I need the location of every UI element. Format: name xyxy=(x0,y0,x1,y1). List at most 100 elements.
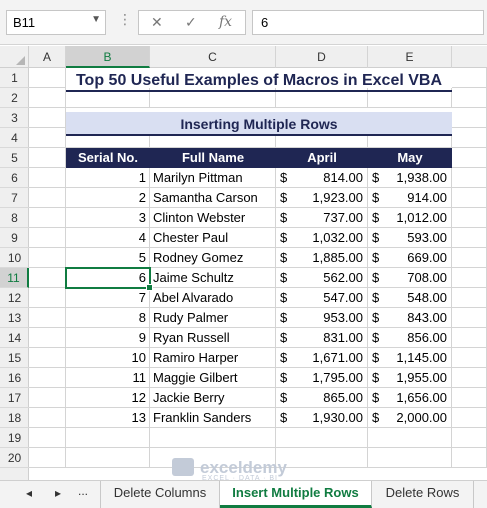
grid-cell[interactable] xyxy=(452,408,487,428)
grid-cell[interactable] xyxy=(452,68,487,88)
grid-cell[interactable] xyxy=(452,328,487,348)
grid-cell[interactable] xyxy=(29,308,66,328)
grid-cell[interactable] xyxy=(29,428,66,448)
row-header-14[interactable]: 14 xyxy=(0,328,29,348)
cancel-icon[interactable]: ✕ xyxy=(151,14,163,31)
may-cell[interactable]: 669.00 xyxy=(396,248,452,268)
april-cell[interactable]: 953.00 xyxy=(304,308,368,328)
row-header-9[interactable]: 9 xyxy=(0,228,29,248)
grid-cell[interactable] xyxy=(452,308,487,328)
grid-cell[interactable] xyxy=(452,368,487,388)
name-cell[interactable]: Chester Paul xyxy=(150,228,276,248)
grid-cell[interactable] xyxy=(452,188,487,208)
grid-cell[interactable] xyxy=(29,288,66,308)
serial-cell[interactable]: 11 xyxy=(66,368,150,388)
row-header-15[interactable]: 15 xyxy=(0,348,29,368)
grid-cell[interactable] xyxy=(29,448,66,468)
grid-cell[interactable] xyxy=(452,108,487,128)
name-cell[interactable]: Samantha Carson xyxy=(150,188,276,208)
name-cell[interactable]: Maggie Gilbert xyxy=(150,368,276,388)
name-cell[interactable]: Rodney Gomez xyxy=(150,248,276,268)
april-cell[interactable]: 1,795.00 xyxy=(304,368,368,388)
name-cell[interactable]: Rudy Palmer xyxy=(150,308,276,328)
may-cell[interactable]: 1,656.00 xyxy=(396,388,452,408)
row-header-10[interactable]: 10 xyxy=(0,248,29,268)
serial-cell[interactable]: 10 xyxy=(66,348,150,368)
serial-cell[interactable]: 2 xyxy=(66,188,150,208)
may-cell[interactable]: 708.00 xyxy=(396,268,452,288)
grid-cell[interactable] xyxy=(29,108,66,128)
grid-cell[interactable] xyxy=(29,168,66,188)
serial-cell[interactable]: 1 xyxy=(66,168,150,188)
column-header-d[interactable]: D xyxy=(276,46,368,68)
name-cell[interactable]: Jackie Berry xyxy=(150,388,276,408)
column-header-e[interactable]: E xyxy=(368,46,452,68)
grid-cell[interactable] xyxy=(452,248,487,268)
scroll-left-icon[interactable]: ◂ xyxy=(26,486,32,500)
name-cell[interactable]: Franklin Sanders xyxy=(150,408,276,428)
grid-cell[interactable] xyxy=(452,128,487,148)
april-cell[interactable]: 1,923.00 xyxy=(304,188,368,208)
serial-cell[interactable]: 5 xyxy=(66,248,150,268)
more-sheets-button[interactable]: ... xyxy=(78,484,88,498)
april-cell[interactable]: 737.00 xyxy=(304,208,368,228)
column-header-c[interactable]: C xyxy=(150,46,276,68)
grid-cell[interactable] xyxy=(276,448,368,468)
may-cell[interactable]: 914.00 xyxy=(396,188,452,208)
name-cell[interactable]: Ramiro Harper xyxy=(150,348,276,368)
grid-cell[interactable] xyxy=(452,448,487,468)
serial-cell[interactable]: 6 xyxy=(66,268,150,288)
grid-cell[interactable] xyxy=(150,428,276,448)
grid-cell[interactable] xyxy=(452,148,487,168)
grid-cell[interactable] xyxy=(29,68,66,88)
tab-delete-rows[interactable]: Delete Rows xyxy=(372,481,474,508)
grid-cell[interactable] xyxy=(452,208,487,228)
may-cell[interactable]: 2,000.00 xyxy=(396,408,452,428)
may-cell[interactable]: 856.00 xyxy=(396,328,452,348)
serial-cell[interactable]: 4 xyxy=(66,228,150,248)
grid-cell[interactable] xyxy=(29,388,66,408)
grid-cell[interactable] xyxy=(29,268,66,288)
april-cell[interactable]: 865.00 xyxy=(304,388,368,408)
grid-cell[interactable] xyxy=(66,428,150,448)
row-header-1[interactable]: 1 xyxy=(0,68,29,88)
row-header-4[interactable]: 4 xyxy=(0,128,29,148)
grid-cell[interactable] xyxy=(29,128,66,148)
april-cell[interactable]: 562.00 xyxy=(304,268,368,288)
grid-cell[interactable] xyxy=(29,188,66,208)
row-header-8[interactable]: 8 xyxy=(0,208,29,228)
grid-cell[interactable] xyxy=(368,428,452,448)
chevron-down-icon[interactable]: ▼ xyxy=(91,14,101,25)
may-cell[interactable]: 548.00 xyxy=(396,288,452,308)
grid-cell[interactable] xyxy=(452,428,487,448)
april-cell[interactable]: 814.00 xyxy=(304,168,368,188)
april-cell[interactable]: 1,885.00 xyxy=(304,248,368,268)
serial-cell[interactable]: 7 xyxy=(66,288,150,308)
may-cell[interactable]: 1,955.00 xyxy=(396,368,452,388)
grid-cell[interactable] xyxy=(29,208,66,228)
row-header-16[interactable]: 16 xyxy=(0,368,29,388)
enter-icon[interactable]: ✓ xyxy=(185,14,197,31)
grid-cell[interactable] xyxy=(452,268,487,288)
april-cell[interactable]: 547.00 xyxy=(304,288,368,308)
grid-cell[interactable] xyxy=(29,408,66,428)
grid-cell[interactable] xyxy=(452,388,487,408)
row-header-13[interactable]: 13 xyxy=(0,308,29,328)
april-cell[interactable]: 1,930.00 xyxy=(304,408,368,428)
grid-cell[interactable] xyxy=(66,448,150,468)
name-cell[interactable]: Abel Alvarado xyxy=(150,288,276,308)
april-cell[interactable]: 831.00 xyxy=(304,328,368,348)
row-header-11[interactable]: 11 xyxy=(0,268,29,288)
grid-cell[interactable] xyxy=(452,228,487,248)
name-cell[interactable]: Ryan Russell xyxy=(150,328,276,348)
row-header-12[interactable]: 12 xyxy=(0,288,29,308)
serial-cell[interactable]: 3 xyxy=(66,208,150,228)
column-header-b[interactable]: B xyxy=(66,46,150,68)
name-cell[interactable]: Jaime Schultz xyxy=(150,268,276,288)
row-header-5[interactable]: 5 xyxy=(0,148,29,168)
serial-cell[interactable]: 13 xyxy=(66,408,150,428)
grid-cell[interactable] xyxy=(452,88,487,108)
column-header-a[interactable]: A xyxy=(29,46,66,68)
row-header-2[interactable]: 2 xyxy=(0,88,29,108)
grid-cell[interactable] xyxy=(452,168,487,188)
